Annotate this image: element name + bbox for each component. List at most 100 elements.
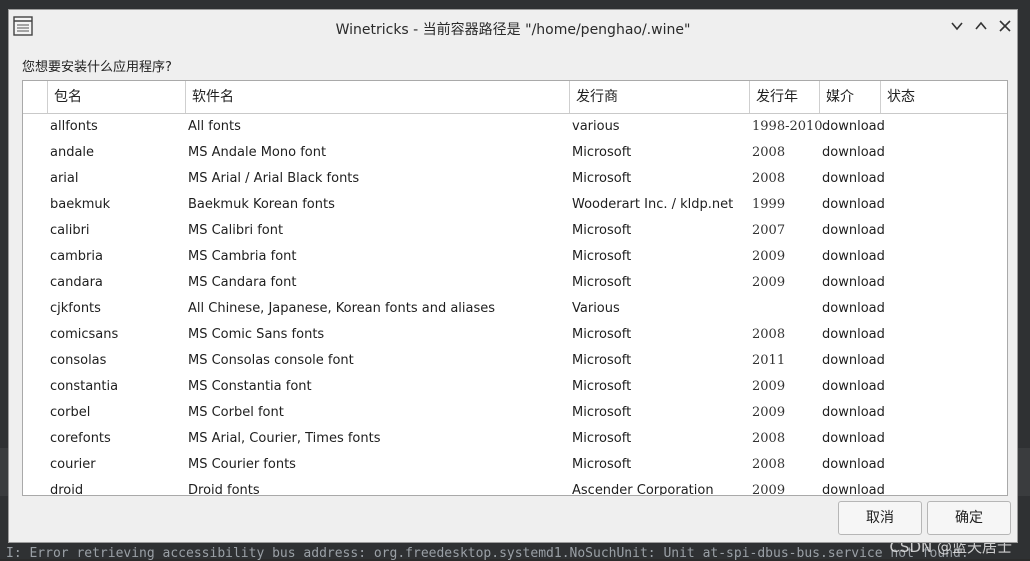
table-row[interactable]: comicsans MS Comic Sans fonts Microsoft 200… (23, 322, 1007, 348)
publisher-cell: Microsoft (572, 223, 632, 238)
media-cell: download (822, 379, 885, 394)
year-cell: 2009 (752, 275, 786, 290)
title-cell: Baekmuk Korean fonts (188, 197, 335, 212)
publisher-cell: Ascender Corporation (572, 483, 714, 496)
year-cell: 2009 (752, 483, 786, 496)
media-cell: download (822, 223, 885, 238)
close-icon[interactable] (995, 16, 1015, 36)
package-cell: arial (50, 171, 79, 186)
table-row[interactable]: candara MS Candara font Microsoft 2009 downl… (23, 270, 1007, 296)
publisher-cell: Microsoft (572, 249, 632, 264)
package-list[interactable]: 包名 软件名 发行商 发行年 媒介 状态 allfonts All fonts va… (22, 80, 1008, 496)
minimize-icon[interactable] (947, 16, 967, 36)
media-cell: download (822, 145, 885, 160)
package-cell: candara (50, 275, 103, 290)
media-cell: download (822, 119, 885, 134)
publisher-cell: Microsoft (572, 457, 632, 472)
table-row[interactable]: consolas MS Consolas console font Microsof… (23, 348, 1007, 374)
package-cell: consolas (50, 353, 107, 368)
year-cell: 2007 (752, 223, 786, 238)
title-cell: MS Corbel font (188, 405, 284, 420)
column-header-media[interactable]: 媒介 (819, 81, 880, 113)
package-cell: corbel (50, 405, 91, 420)
cancel-button[interactable]: 取消 (838, 501, 922, 535)
year-cell: 2008 (752, 145, 786, 160)
column-header-package[interactable]: 包名 (47, 81, 185, 113)
title-cell: MS Cambria font (188, 249, 297, 264)
table-row[interactable]: arial MS Arial / Arial Black fonts Microso… (23, 166, 1007, 192)
window-title: Winetricks - 当前容器路径是 "/home/penghao/.win… (335, 22, 691, 38)
table-row[interactable]: cambria MS Cambria font Microsoft 2009 downl… (23, 244, 1007, 270)
media-cell: download (822, 197, 885, 212)
year-cell: 2009 (752, 379, 786, 394)
publisher-cell: Microsoft (572, 275, 632, 290)
title-cell: MS Candara font (188, 275, 297, 290)
publisher-cell: Microsoft (572, 405, 632, 420)
title-cell: Droid fonts (188, 483, 260, 496)
package-cell: corefonts (50, 431, 111, 446)
media-cell: download (822, 327, 885, 342)
package-cell: calibri (50, 223, 90, 238)
table-row[interactable]: droid Droid fonts Ascender Corporation 2009… (23, 478, 1007, 496)
media-cell: download (822, 431, 885, 446)
publisher-cell: Microsoft (572, 353, 632, 368)
media-cell: download (822, 301, 885, 316)
winetricks-dialog: Winetricks - 当前容器路径是 "/home/penghao/.win… (8, 9, 1018, 543)
package-cell: droid (50, 483, 84, 496)
package-cell: constantia (50, 379, 119, 394)
column-header-status[interactable]: 状态 (880, 81, 1007, 113)
table-row[interactable]: cjkfonts All Chinese, Japanese, Korean fo… (23, 296, 1007, 322)
table-row[interactable]: calibri MS Calibri font Microsoft 2007 downl… (23, 218, 1007, 244)
title-cell: All Chinese, Japanese, Korean fonts and … (188, 301, 496, 316)
table-row[interactable]: constantia MS Constantia font Microsoft 200… (23, 374, 1007, 400)
title-cell: All fonts (188, 119, 241, 134)
publisher-cell: Microsoft (572, 327, 632, 342)
package-cell: baekmuk (50, 197, 111, 212)
table-row[interactable]: corbel MS Corbel font Microsoft 2009 downloa… (23, 400, 1007, 426)
prompt-label: 您想要安装什么应用程序? (22, 60, 172, 75)
package-cell: courier (50, 457, 96, 472)
year-cell: 2011 (752, 353, 786, 368)
publisher-cell: Microsoft (572, 171, 632, 186)
maximize-icon[interactable] (971, 16, 991, 36)
year-cell: 1998-2010 (752, 119, 823, 134)
title-cell: MS Andale Mono font (188, 145, 327, 160)
publisher-cell: Wooderart Inc. / kldp.net (572, 197, 734, 212)
year-cell: 2008 (752, 327, 786, 342)
year-cell: 2008 (752, 171, 786, 186)
publisher-cell: Various (572, 301, 620, 316)
publisher-cell: Microsoft (572, 145, 632, 160)
column-header-select[interactable] (23, 81, 47, 113)
media-cell: download (822, 405, 885, 420)
media-cell: download (822, 249, 885, 264)
table-row[interactable]: courier MS Courier fonts Microsoft 2008 down… (23, 452, 1007, 478)
media-cell: download (822, 275, 885, 290)
media-cell: download (822, 353, 885, 368)
table-row[interactable]: corefonts MS Arial, Courier, Times fonts M… (23, 426, 1007, 452)
media-cell: download (822, 171, 885, 186)
package-cell: cambria (50, 249, 103, 264)
year-cell: 2009 (752, 405, 786, 420)
publisher-cell: Microsoft (572, 431, 632, 446)
table-row[interactable]: andale MS Andale Mono font Microsoft 2008 do… (23, 140, 1007, 166)
title-cell: MS Comic Sans fonts (188, 327, 325, 342)
table-row[interactable]: allfonts All fonts various 1998-2010 downloa… (23, 114, 1007, 140)
title-cell: MS Courier fonts (188, 457, 296, 472)
table-row[interactable]: baekmuk Baekmuk Korean fonts Wooderart Inc… (23, 192, 1007, 218)
package-cell: allfonts (50, 119, 98, 134)
column-header-title[interactable]: 软件名 (185, 81, 569, 113)
publisher-cell: various (572, 119, 620, 134)
column-header-publisher[interactable]: 发行商 (569, 81, 749, 113)
package-cell: comicsans (50, 327, 119, 342)
ok-button[interactable]: 确定 (927, 501, 1011, 535)
title-cell: MS Consolas console font (188, 353, 354, 368)
column-header-year[interactable]: 发行年 (749, 81, 819, 113)
package-cell: andale (50, 145, 95, 160)
year-cell: 2008 (752, 457, 786, 472)
year-cell: 2009 (752, 249, 786, 264)
title-cell: MS Arial, Courier, Times fonts (188, 431, 381, 446)
year-cell: 2008 (752, 431, 786, 446)
media-cell: download (822, 483, 885, 496)
package-cell: cjkfonts (50, 301, 101, 316)
titlebar[interactable]: Winetricks - 当前容器路径是 "/home/penghao/.win… (9, 10, 1017, 44)
